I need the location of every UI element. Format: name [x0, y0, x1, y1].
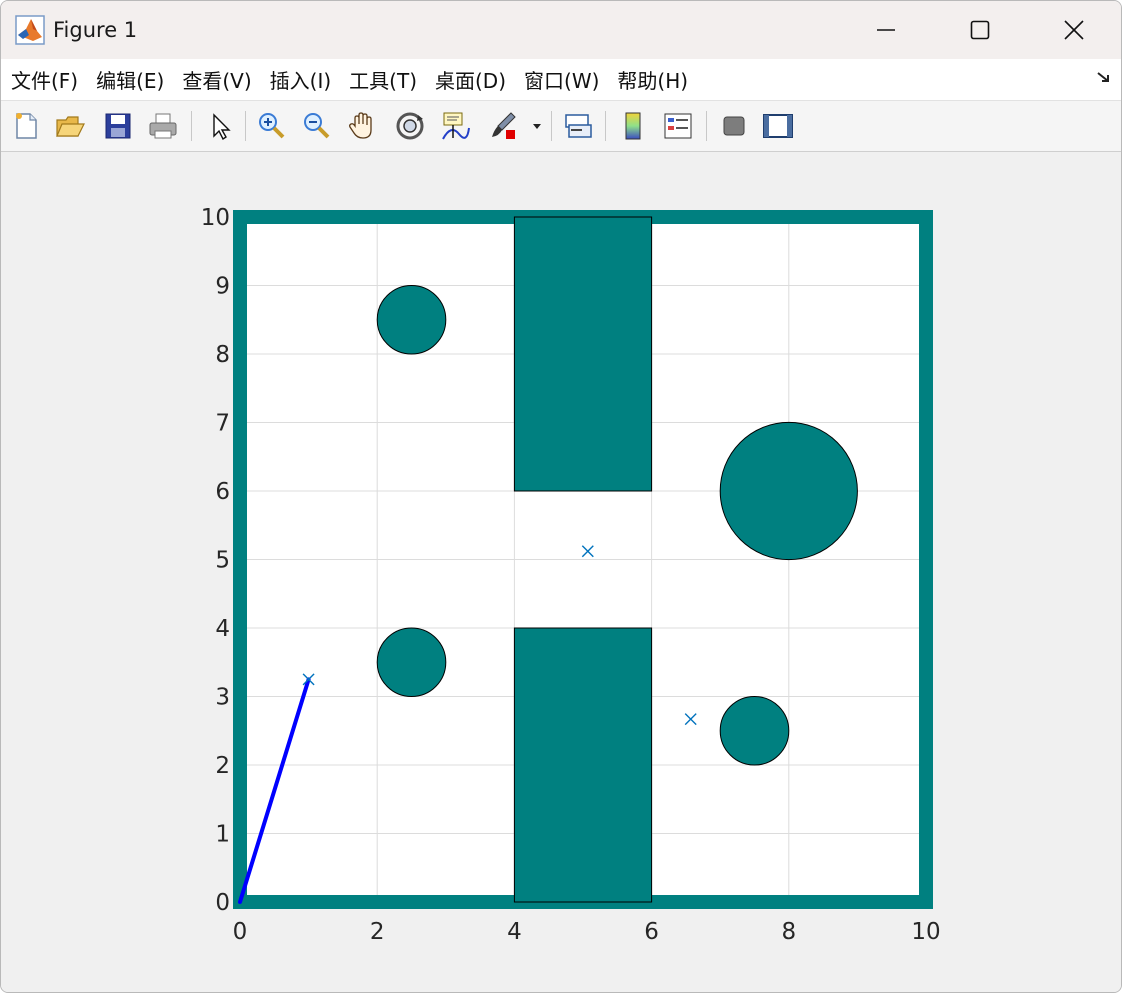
brush-icon [492, 112, 516, 139]
circle-obstacle [719, 421, 858, 561]
zoom-out-button[interactable] [299, 109, 333, 143]
title-bar[interactable]: Figure 1 [1, 1, 1121, 59]
toolbar-separator [706, 111, 707, 141]
zoom-out-icon [304, 113, 330, 139]
close-icon [1064, 20, 1084, 40]
circle-obstacle [376, 284, 447, 355]
dock-arrow-icon[interactable] [1095, 69, 1113, 87]
y-tick-label: 7 [215, 411, 230, 437]
save-icon [105, 113, 131, 139]
print-button[interactable] [146, 109, 180, 143]
brush-dropdown[interactable] [527, 109, 547, 143]
y-tick-label: 2 [215, 753, 230, 779]
toolbar-separator [191, 111, 192, 141]
matlab-logo-icon [15, 15, 45, 45]
y-tick-label: 5 [215, 548, 230, 574]
minimize-button[interactable] [839, 1, 933, 59]
maximize-icon [970, 20, 990, 40]
figure-toolbar [1, 101, 1121, 152]
new-figure-icon [16, 113, 37, 139]
hide-plot-tools-button[interactable] [717, 109, 751, 143]
window-title: Figure 1 [53, 18, 138, 42]
chevron-down-icon [533, 124, 541, 129]
menu-view[interactable]: 查看(V) [172, 59, 259, 100]
print-icon [149, 113, 177, 139]
pan-hand-icon [349, 112, 372, 139]
pan-button[interactable] [345, 109, 379, 143]
open-file-button[interactable] [53, 109, 87, 143]
y-tick-label: 6 [215, 479, 230, 505]
toolbar-separator [551, 111, 552, 141]
toolbar-separator [245, 111, 246, 141]
new-figure-button[interactable] [9, 109, 43, 143]
edit-plot-arrow-icon [213, 113, 231, 141]
figure-canvas: 0 2 4 6 8 10 0 1 2 3 4 5 6 7 8 9 10 [1, 153, 1122, 993]
edit-plot-button[interactable] [203, 109, 237, 143]
y-tick-label: 4 [215, 616, 230, 642]
rect-obstacle [513, 216, 653, 492]
colorbar-button[interactable] [616, 109, 650, 143]
x-tick-label: 2 [370, 919, 385, 945]
y-tick-label: 0 [215, 890, 230, 916]
link-plot-button[interactable] [561, 109, 595, 143]
legend-icon [664, 113, 692, 139]
open-file-icon [56, 116, 85, 137]
legend-button[interactable] [661, 109, 695, 143]
show-plot-tools-button[interactable] [761, 109, 795, 143]
y-tick-label: 8 [215, 342, 230, 368]
brush-button[interactable] [486, 109, 520, 143]
zoom-in-icon [259, 113, 285, 139]
link-plot-icon [565, 114, 592, 138]
y-tick-label: 1 [215, 822, 230, 848]
menu-edit[interactable]: 编辑(E) [86, 59, 172, 100]
menu-tools[interactable]: 工具(T) [339, 59, 425, 100]
menu-window[interactable]: 窗口(W) [514, 59, 607, 100]
toolbar-separator [605, 111, 606, 141]
rect-obstacle [513, 627, 653, 903]
menu-file[interactable]: 文件(F) [1, 59, 86, 100]
zoom-in-button[interactable] [254, 109, 288, 143]
x-tick-label: 0 [233, 919, 248, 945]
y-tick-label: 3 [215, 685, 230, 711]
show-plot-tools-icon [763, 114, 793, 138]
data-cursor-button[interactable] [438, 109, 472, 143]
close-button[interactable] [1027, 1, 1121, 59]
menu-help[interactable]: 帮助(H) [607, 59, 696, 100]
save-button[interactable] [101, 109, 135, 143]
x-tick-label: 4 [507, 919, 522, 945]
maximize-button[interactable] [933, 1, 1027, 59]
menu-bar: 文件(F) 编辑(E) 查看(V) 插入(I) 工具(T) 桌面(D) 窗口(W… [1, 59, 1121, 101]
x-tick-label: 6 [644, 919, 659, 945]
menu-insert[interactable]: 插入(I) [260, 59, 340, 100]
figure-window: Figure 1 文件(F) 编辑(E) 查看(V) 插入(I) 工具(T) 桌… [0, 0, 1122, 993]
plot-axes[interactable]: 0 2 4 6 8 10 0 1 2 3 4 5 6 7 8 9 10 [1, 153, 1122, 993]
data-cursor-icon [442, 112, 470, 140]
y-tick-label: 10 [201, 205, 230, 231]
rotate-3d-button[interactable] [393, 109, 427, 143]
x-tick-label: 10 [911, 919, 940, 945]
minimize-icon [877, 29, 895, 31]
circle-obstacle [376, 627, 447, 698]
colorbar-icon [625, 112, 641, 140]
rotate-3d-icon [396, 112, 424, 140]
circle-obstacle [719, 695, 790, 766]
menu-desktop[interactable]: 桌面(D) [425, 59, 514, 100]
y-tick-label: 9 [215, 274, 230, 300]
hide-plot-tools-icon [723, 116, 745, 136]
window-controls [839, 1, 1121, 59]
x-tick-label: 8 [781, 919, 796, 945]
